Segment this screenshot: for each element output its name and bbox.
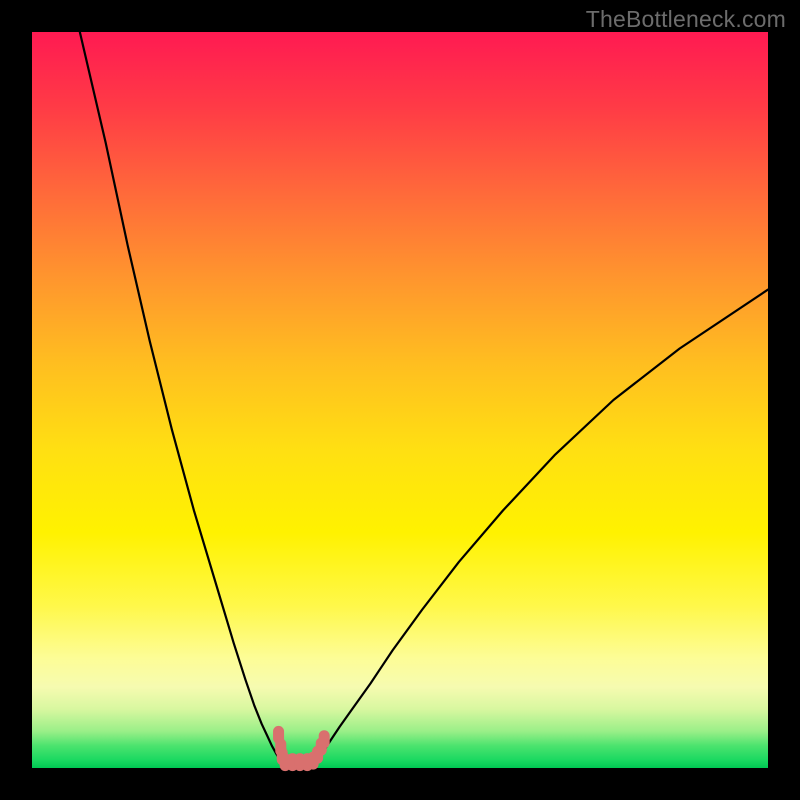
chart-frame: TheBottleneck.com — [0, 0, 800, 800]
watermark-text: TheBottleneck.com — [586, 6, 786, 33]
plot-area — [32, 32, 768, 768]
